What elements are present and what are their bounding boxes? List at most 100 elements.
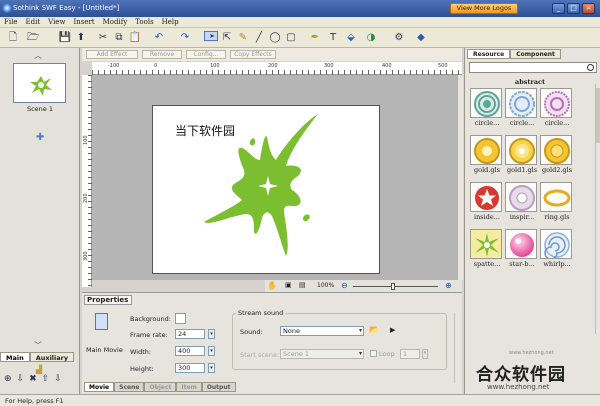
tab-movie[interactable]: Movie — [84, 382, 115, 392]
add-effect-button[interactable]: Add Effect — [86, 50, 138, 59]
import-scene-icon[interactable]: ⇩ — [17, 374, 30, 384]
resource-item[interactable]: circle... — [470, 88, 504, 128]
green-splash-shape[interactable] — [198, 111, 338, 261]
move-up-icon[interactable]: ⇧ — [42, 374, 55, 384]
play-sound-icon[interactable]: ▶ — [390, 326, 395, 334]
view-more-logos-button[interactable]: View More Logos — [450, 3, 518, 14]
menu-view[interactable]: View — [44, 17, 69, 28]
resource-item[interactable]: gold1.gls — [505, 135, 539, 175]
rectangle-tool-icon[interactable]: ▢ — [284, 31, 298, 45]
gold-thumbnail — [540, 135, 572, 165]
show-all-icon[interactable]: ▤ — [299, 281, 306, 289]
tab-resource[interactable]: Resource — [467, 49, 511, 59]
sound-select[interactable]: None ▾ — [280, 326, 364, 336]
resource-item-label: spatte... — [473, 260, 501, 268]
fit-view-icon[interactable]: ▣ — [285, 281, 292, 289]
minimize-button[interactable]: _ — [552, 3, 565, 14]
resource-item[interactable]: circle... — [505, 88, 539, 128]
menu-edit[interactable]: Edit — [21, 17, 44, 28]
paste-icon[interactable]: 📋 — [128, 31, 142, 45]
search-icon[interactable] — [587, 64, 594, 71]
zoom-out-icon[interactable]: ⊖ — [341, 281, 348, 290]
line-tool-icon[interactable]: ╱ — [252, 31, 266, 45]
move-down-icon[interactable]: ⇩ — [54, 374, 67, 384]
stage-canvas[interactable]: 当下软件园 — [152, 105, 380, 274]
config-effect-button[interactable]: Config... — [186, 50, 226, 59]
resource-item[interactable]: gold2.gls — [540, 135, 574, 175]
scroll-down-icon[interactable]: ﹀ — [34, 340, 42, 351]
open-sound-folder-icon[interactable]: 📂 — [369, 325, 379, 334]
resource-item[interactable]: inside... — [470, 182, 504, 222]
text-tool-icon[interactable]: T — [326, 31, 340, 45]
open-folder-icon[interactable]: 🗁 — [26, 31, 40, 45]
toolbar: 🗋 🗁 💾 ⬆ ✂ ⧉ 📋 ↶ ↷ ➤ ⇱ ✎ ╱ ◯ ▢ ✒ T ⬙ ◑ ⚙ … — [0, 28, 600, 48]
maximize-button[interactable]: □ — [567, 3, 580, 14]
tab-component[interactable]: Component — [510, 49, 561, 59]
remove-effect-button[interactable]: Remove — [142, 50, 182, 59]
workspace-vertical-scrollbar[interactable] — [457, 75, 463, 280]
zoom-slider-handle[interactable] — [391, 283, 395, 290]
hand-tool-icon[interactable]: ✋ — [267, 281, 277, 290]
tab-scene[interactable]: Scene — [114, 382, 145, 392]
tab-main[interactable]: Main — [0, 352, 30, 362]
tab-item[interactable]: Item — [176, 382, 202, 392]
menu-modify[interactable]: Modify — [99, 17, 132, 28]
fill-tool-icon[interactable]: ⬙ — [344, 31, 358, 45]
pencil-tool-icon[interactable]: ✎ — [236, 31, 250, 45]
resource-scrollbar[interactable] — [595, 84, 600, 334]
ellipse-tool-icon[interactable]: ◯ — [268, 31, 282, 45]
height-input[interactable]: 300 — [175, 363, 205, 373]
pen-tool-icon[interactable]: ✒ — [308, 31, 322, 45]
redo-icon[interactable]: ↷ — [178, 31, 192, 45]
scene-thumbnail[interactable] — [13, 63, 66, 103]
copy-icon[interactable]: ⧉ — [112, 31, 126, 45]
frame-rate-input[interactable]: 24 — [175, 329, 205, 339]
tab-output[interactable]: Output — [201, 382, 236, 392]
loop-count-input[interactable]: 1 — [400, 349, 420, 359]
width-input[interactable]: 400 — [175, 346, 205, 356]
resource-item[interactable]: circle... — [540, 88, 574, 128]
resource-item[interactable]: star-b... — [505, 229, 539, 269]
scene-thumb-icon[interactable]: ▟ — [36, 365, 42, 374]
background-color-swatch[interactable] — [175, 313, 186, 324]
loop-checkbox[interactable] — [370, 350, 377, 357]
cut-icon[interactable]: ✂ — [96, 31, 110, 45]
gradient-tool-icon[interactable]: ◑ — [364, 31, 378, 45]
tab-auxiliary[interactable]: Auxiliary — [29, 352, 75, 362]
properties-scrollbar[interactable] — [454, 313, 460, 383]
tab-object[interactable]: Object — [144, 382, 177, 392]
resource-item[interactable]: spatte... — [470, 229, 504, 269]
start-scene-select[interactable]: Scene 1 ▾ — [280, 349, 364, 359]
menu-file[interactable]: File — [0, 17, 21, 28]
close-button[interactable]: × — [582, 3, 595, 14]
zoom-in-icon[interactable]: ⊕ — [445, 281, 452, 290]
subselect-tool-icon[interactable]: ⇱ — [220, 31, 234, 45]
select-tool-icon[interactable]: ➤ — [204, 31, 218, 41]
save-icon[interactable]: 💾 — [58, 31, 72, 45]
resource-item[interactable]: inspir... — [505, 182, 539, 222]
resource-item[interactable]: ring.gls — [540, 182, 574, 222]
menu-help[interactable]: Help — [158, 17, 183, 28]
menu-insert[interactable]: Insert — [69, 17, 98, 28]
height-stepper[interactable]: ▾ — [208, 363, 215, 373]
width-stepper[interactable]: ▾ — [208, 346, 215, 356]
frame-rate-dropdown[interactable]: ▾ — [208, 329, 215, 339]
undo-icon[interactable]: ↶ — [152, 31, 166, 45]
add-scene-button-icon[interactable]: ⊕ — [4, 374, 17, 384]
menu-tools[interactable]: Tools — [131, 17, 157, 28]
zoom-slider-track[interactable] — [353, 286, 438, 287]
workspace[interactable]: 当下软件园 — [92, 75, 457, 280]
new-file-icon[interactable]: 🗋 — [6, 31, 20, 45]
add-scene-icon[interactable]: ✚ — [36, 132, 44, 143]
transform-tool-icon[interactable]: ⚙ — [392, 31, 406, 45]
import-icon[interactable]: ⬆ — [74, 31, 88, 45]
loop-count-stepper[interactable]: ▾ — [422, 349, 428, 359]
copy-effects-button[interactable]: Copy Effects — [230, 50, 276, 59]
resource-search-input[interactable] — [469, 62, 597, 73]
resource-item[interactable]: gold.gls — [470, 135, 504, 175]
resource-scrollbar-thumb[interactable] — [596, 88, 600, 143]
scroll-up-icon[interactable]: ︿ — [34, 50, 42, 61]
resource-item[interactable]: whirlp... — [540, 229, 574, 269]
eraser-tool-icon[interactable]: ◆ — [414, 31, 428, 45]
delete-scene-icon[interactable]: ✖ — [29, 374, 42, 384]
